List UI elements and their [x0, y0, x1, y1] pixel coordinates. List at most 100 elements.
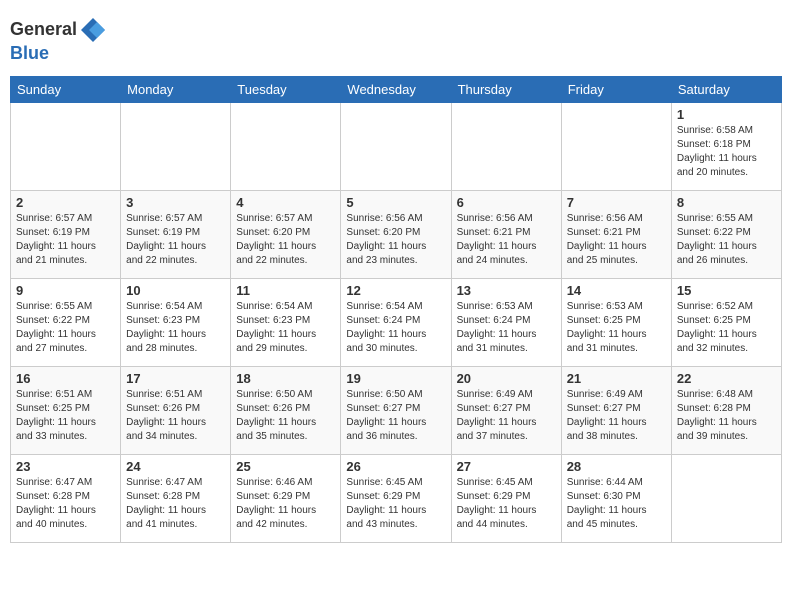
day-info: Sunrise: 6:54 AMSunset: 6:24 PMDaylight:… [346, 300, 445, 356]
calendar-cell: 12 Sunrise: 6:54 AMSunset: 6:24 PMDayligh… [341, 278, 451, 366]
calendar-cell: 14 Sunrise: 6:53 AMSunset: 6:25 PMDayligh… [561, 278, 671, 366]
calendar-table: SundayMondayTuesdayWednesdayThursdayFrid… [10, 76, 782, 543]
logo-general: General [10, 19, 77, 39]
day-number: 7 [567, 195, 666, 210]
day-number: 20 [457, 371, 556, 386]
day-number: 27 [457, 459, 556, 474]
day-number: 1 [677, 107, 776, 122]
calendar-cell: 11 Sunrise: 6:54 AMSunset: 6:23 PMDayligh… [231, 278, 341, 366]
day-info: Sunrise: 6:56 AMSunset: 6:20 PMDaylight:… [346, 212, 445, 268]
calendar-cell [341, 102, 451, 190]
day-info: Sunrise: 6:57 AMSunset: 6:20 PMDaylight:… [236, 212, 335, 268]
day-of-week-header: Saturday [671, 76, 781, 102]
calendar-cell: 23 Sunrise: 6:47 AMSunset: 6:28 PMDayligh… [11, 454, 121, 542]
calendar-cell: 2Sunrise: 6:57 AMSunset: 6:19 PMDaylight… [11, 190, 121, 278]
calendar-cell: 1 Sunrise: 6:58 AMSunset: 6:18 PMDaylight… [671, 102, 781, 190]
day-info: Sunrise: 6:44 AMSunset: 6:30 PMDaylight:… [567, 476, 666, 532]
day-info: Sunrise: 6:55 AMSunset: 6:22 PMDaylight:… [16, 300, 115, 356]
day-number: 11 [236, 283, 335, 298]
day-number: 15 [677, 283, 776, 298]
day-info: Sunrise: 6:48 AMSunset: 6:28 PMDaylight:… [677, 388, 776, 444]
day-info: Sunrise: 6:54 AMSunset: 6:23 PMDaylight:… [236, 300, 335, 356]
day-info: Sunrise: 6:49 AMSunset: 6:27 PMDaylight:… [567, 388, 666, 444]
day-of-week-header: Monday [121, 76, 231, 102]
day-of-week-header: Friday [561, 76, 671, 102]
day-info: Sunrise: 6:53 AMSunset: 6:24 PMDaylight:… [457, 300, 556, 356]
day-number: 8 [677, 195, 776, 210]
calendar-cell: 4 Sunrise: 6:57 AMSunset: 6:20 PMDaylight… [231, 190, 341, 278]
day-info: Sunrise: 6:51 AMSunset: 6:25 PMDaylight:… [16, 388, 115, 444]
day-number: 19 [346, 371, 445, 386]
calendar-cell: 22 Sunrise: 6:48 AMSunset: 6:28 PMDayligh… [671, 366, 781, 454]
calendar-cell: 15 Sunrise: 6:52 AMSunset: 6:25 PMDayligh… [671, 278, 781, 366]
day-info: Sunrise: 6:55 AMSunset: 6:22 PMDaylight:… [677, 212, 776, 268]
day-number: 4 [236, 195, 335, 210]
day-info: Sunrise: 6:51 AMSunset: 6:26 PMDaylight:… [126, 388, 225, 444]
day-info: Sunrise: 6:53 AMSunset: 6:25 PMDaylight:… [567, 300, 666, 356]
calendar-cell: 3 Sunrise: 6:57 AMSunset: 6:19 PMDaylight… [121, 190, 231, 278]
day-info: Sunrise: 6:52 AMSunset: 6:25 PMDaylight:… [677, 300, 776, 356]
calendar-cell: 28 Sunrise: 6:44 AMSunset: 6:30 PMDayligh… [561, 454, 671, 542]
day-number: 12 [346, 283, 445, 298]
day-number: 23 [16, 459, 115, 474]
day-info: Sunrise: 6:49 AMSunset: 6:27 PMDaylight:… [457, 388, 556, 444]
day-number: 18 [236, 371, 335, 386]
calendar-cell [121, 102, 231, 190]
day-number: 5 [346, 195, 445, 210]
day-number: 25 [236, 459, 335, 474]
day-number: 21 [567, 371, 666, 386]
calendar-cell [671, 454, 781, 542]
calendar-cell: 5 Sunrise: 6:56 AMSunset: 6:20 PMDaylight… [341, 190, 451, 278]
calendar-cell [231, 102, 341, 190]
day-info: Sunrise: 6:46 AMSunset: 6:29 PMDaylight:… [236, 476, 335, 532]
calendar-cell: 6 Sunrise: 6:56 AMSunset: 6:21 PMDaylight… [451, 190, 561, 278]
logo: General Blue [10, 10, 109, 70]
calendar-cell [451, 102, 561, 190]
day-number: 9 [16, 283, 115, 298]
calendar-cell: 17 Sunrise: 6:51 AMSunset: 6:26 PMDayligh… [121, 366, 231, 454]
day-info: Sunrise: 6:47 AMSunset: 6:28 PMDaylight:… [16, 476, 115, 532]
logo-blue: Blue [10, 43, 49, 63]
day-info: Sunrise: 6:56 AMSunset: 6:21 PMDaylight:… [457, 212, 556, 268]
calendar-cell: 10 Sunrise: 6:54 AMSunset: 6:23 PMDayligh… [121, 278, 231, 366]
page-header: General Blue [10, 10, 782, 70]
calendar-header: SundayMondayTuesdayWednesdayThursdayFrid… [11, 76, 782, 102]
day-number: 17 [126, 371, 225, 386]
day-info: Sunrise: 6:57 AMSunset: 6:19 PMDaylight:… [16, 212, 115, 268]
day-number: 14 [567, 283, 666, 298]
day-number: 22 [677, 371, 776, 386]
day-number: 10 [126, 283, 225, 298]
day-number: 3 [126, 195, 225, 210]
day-info: Sunrise: 6:56 AMSunset: 6:21 PMDaylight:… [567, 212, 666, 268]
calendar-cell: 13 Sunrise: 6:53 AMSunset: 6:24 PMDayligh… [451, 278, 561, 366]
day-info: Sunrise: 6:45 AMSunset: 6:29 PMDaylight:… [346, 476, 445, 532]
day-info: Sunrise: 6:45 AMSunset: 6:29 PMDaylight:… [457, 476, 556, 532]
day-number: 28 [567, 459, 666, 474]
day-number: 6 [457, 195, 556, 210]
day-info: Sunrise: 6:47 AMSunset: 6:28 PMDaylight:… [126, 476, 225, 532]
calendar-cell: 25 Sunrise: 6:46 AMSunset: 6:29 PMDayligh… [231, 454, 341, 542]
day-info: Sunrise: 6:50 AMSunset: 6:26 PMDaylight:… [236, 388, 335, 444]
calendar-cell: 8 Sunrise: 6:55 AMSunset: 6:22 PMDaylight… [671, 190, 781, 278]
calendar-cell: 18 Sunrise: 6:50 AMSunset: 6:26 PMDayligh… [231, 366, 341, 454]
calendar-cell [561, 102, 671, 190]
calendar-cell: 24 Sunrise: 6:47 AMSunset: 6:28 PMDayligh… [121, 454, 231, 542]
day-info: Sunrise: 6:50 AMSunset: 6:27 PMDaylight:… [346, 388, 445, 444]
day-number: 26 [346, 459, 445, 474]
day-of-week-header: Wednesday [341, 76, 451, 102]
day-of-week-header: Tuesday [231, 76, 341, 102]
day-number: 24 [126, 459, 225, 474]
calendar-cell: 20 Sunrise: 6:49 AMSunset: 6:27 PMDayligh… [451, 366, 561, 454]
calendar-cell [11, 102, 121, 190]
day-of-week-header: Thursday [451, 76, 561, 102]
day-info: Sunrise: 6:57 AMSunset: 6:19 PMDaylight:… [126, 212, 225, 268]
day-number: 13 [457, 283, 556, 298]
calendar-cell: 9 Sunrise: 6:55 AMSunset: 6:22 PMDaylight… [11, 278, 121, 366]
day-info: Sunrise: 6:58 AMSunset: 6:18 PMDaylight:… [677, 124, 776, 180]
calendar-cell: 27 Sunrise: 6:45 AMSunset: 6:29 PMDayligh… [451, 454, 561, 542]
calendar-cell: 16Sunrise: 6:51 AMSunset: 6:25 PMDayligh… [11, 366, 121, 454]
day-info: Sunrise: 6:54 AMSunset: 6:23 PMDaylight:… [126, 300, 225, 356]
calendar-cell: 26 Sunrise: 6:45 AMSunset: 6:29 PMDayligh… [341, 454, 451, 542]
calendar-cell: 19 Sunrise: 6:50 AMSunset: 6:27 PMDayligh… [341, 366, 451, 454]
day-of-week-header: Sunday [11, 76, 121, 102]
